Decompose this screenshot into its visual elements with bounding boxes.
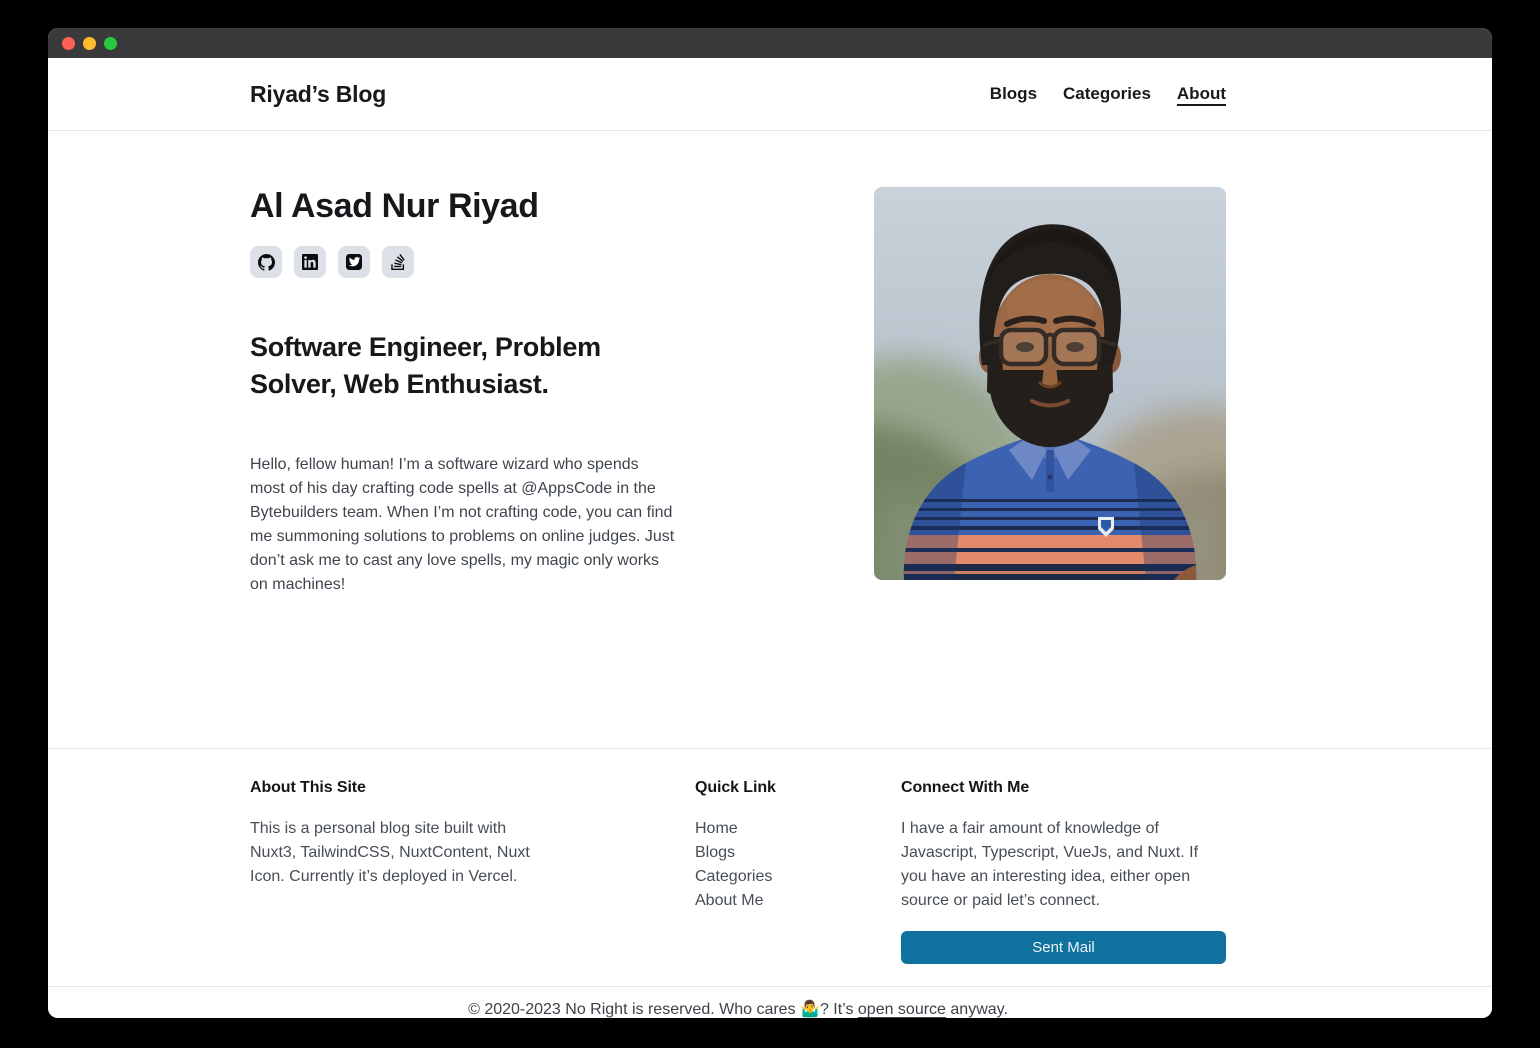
profile-photo-illustration xyxy=(874,187,1226,580)
nav-about[interactable]: About xyxy=(1177,84,1226,104)
copyright-text: © 2020-2023 No Right is reserved. Who ca… xyxy=(468,1001,858,1018)
profile-photo xyxy=(874,187,1226,580)
headline: Software Engineer, Problem Solver, Web E… xyxy=(250,329,690,403)
page-title: Al Asad Nur Riyad xyxy=(250,187,730,226)
site-header: Riyad’s Blog Blogs Categories About xyxy=(48,58,1492,131)
window-titlebar xyxy=(48,28,1492,58)
footer-about-text: This is a personal blog site built with … xyxy=(250,817,550,889)
footer-connect-heading: Connect With Me xyxy=(901,779,1226,797)
github-icon xyxy=(258,254,275,271)
stackoverflow-link[interactable] xyxy=(382,246,414,278)
nav-blogs[interactable]: Blogs xyxy=(990,84,1037,104)
site-title[interactable]: Riyad’s Blog xyxy=(250,81,386,108)
window-close-button[interactable] xyxy=(62,37,75,50)
browser-window: Riyad’s Blog Blogs Categories About Al A… xyxy=(48,28,1492,1018)
main-nav: Blogs Categories About xyxy=(990,84,1226,104)
footer-about-heading: About This Site xyxy=(250,779,550,797)
footer-connect-text: I have a fair amount of knowledge of Jav… xyxy=(901,817,1226,913)
github-link[interactable] xyxy=(250,246,282,278)
about-section: Al Asad Nur Riyad xyxy=(48,131,1492,748)
nav-categories[interactable]: Categories xyxy=(1063,84,1151,104)
footer-link-about-me[interactable]: About Me xyxy=(695,889,763,913)
copyright-bar: © 2020-2023 No Right is reserved. Who ca… xyxy=(48,986,1492,1018)
bio-text: Hello, fellow human! I’m a software wiza… xyxy=(250,453,675,597)
footer-quick-links: Home Blogs Categories About Me xyxy=(695,817,901,913)
footer-link-home[interactable]: Home xyxy=(695,817,738,841)
social-links-row xyxy=(250,246,730,278)
site-footer: About This Site This is a personal blog … xyxy=(48,748,1492,1018)
sent-mail-button[interactable]: Sent Mail xyxy=(901,931,1226,964)
footer-link-blogs[interactable]: Blogs xyxy=(695,841,735,865)
twitter-link[interactable] xyxy=(338,246,370,278)
window-zoom-button[interactable] xyxy=(104,37,117,50)
window-minimize-button[interactable] xyxy=(83,37,96,50)
copyright-suffix: anyway. xyxy=(946,1001,1008,1018)
open-source-link[interactable]: open source xyxy=(858,1001,946,1018)
footer-link-categories[interactable]: Categories xyxy=(695,865,772,889)
linkedin-icon xyxy=(302,254,318,270)
twitter-icon xyxy=(346,254,362,270)
linkedin-link[interactable] xyxy=(294,246,326,278)
stackoverflow-icon xyxy=(390,254,406,270)
footer-quicklink-heading: Quick Link xyxy=(695,779,901,797)
page-body: Riyad’s Blog Blogs Categories About Al A… xyxy=(48,58,1492,1018)
